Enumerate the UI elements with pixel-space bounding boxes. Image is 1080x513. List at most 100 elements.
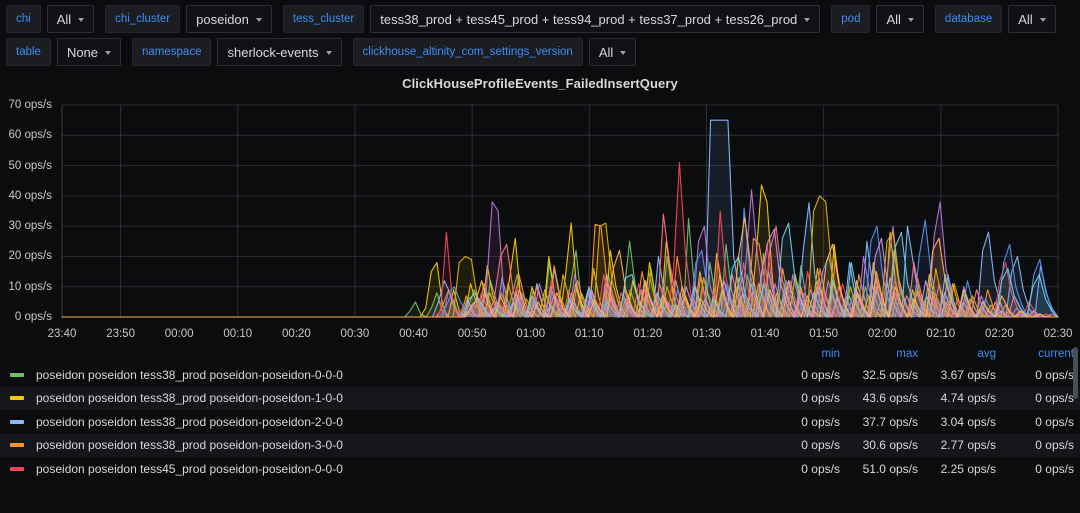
variable-value-chi_cluster: poseidon (196, 11, 249, 27)
variable-value-clickhouse_altinity_com_settings_version: All (598, 44, 614, 60)
y-axis-tick: 30 ops/s (8, 220, 52, 233)
variable-database: database All (934, 5, 1056, 33)
legend-avg-value: 4.74 ops/s (940, 391, 996, 406)
variable-picker-pod[interactable]: All (876, 5, 924, 33)
y-axis-tick: 60 ops/s (8, 129, 52, 142)
legend-avg-value: 2.25 ops/s (940, 461, 996, 476)
x-axis-tick: 00:50 (457, 328, 487, 340)
x-axis-tick: 00:30 (340, 328, 370, 340)
legend-avg-value: 3.04 ops/s (940, 414, 996, 429)
variable-value-pod: All (886, 11, 901, 27)
legend-current-value: 0 ops/s (1035, 391, 1074, 406)
chevron-down-icon (620, 50, 627, 55)
legend-series-label[interactable]: poseidon poseidon tess45_prod poseidon-p… (36, 462, 768, 476)
variable-table: table None (6, 38, 122, 66)
legend-series-label[interactable]: poseidon poseidon tess38_prod poseidon-p… (36, 368, 768, 382)
variable-label-chi_cluster[interactable]: chi_cluster (105, 5, 181, 33)
legend-current-value: 0 ops/s (1035, 414, 1074, 429)
x-axis-tick: 23:50 (106, 328, 135, 340)
x-axis-tick: 01:40 (750, 328, 780, 340)
legend-color-swatch[interactable] (10, 443, 24, 448)
legend-row[interactable]: poseidon poseidon tess45_prod poseidon-p… (0, 457, 1080, 481)
chevron-down-icon (1039, 17, 1046, 22)
variable-label-database[interactable]: database (934, 5, 1003, 33)
variable-pod: pod All (831, 5, 924, 33)
x-axis-tick: 01:00 (516, 328, 546, 340)
legend-min-value: 0 ops/s (801, 438, 840, 453)
variable-row-1: chi All chi_cluster poseidon tess_cluster tes… (6, 4, 1074, 34)
variable-picker-database[interactable]: All (1008, 5, 1056, 33)
variable-chi_cluster: chi_cluster poseidon (105, 5, 272, 33)
legend-max-value: 30.6 ops/s (862, 438, 918, 453)
variable-clickhouse_altinity_com_settings_version: clickhouse_altinity_com_settings_version… (352, 38, 637, 66)
legend-series-label[interactable]: poseidon poseidon tess38_prod poseidon-p… (36, 415, 768, 429)
x-axis-tick: 02:10 (926, 328, 956, 340)
legend-series-label[interactable]: poseidon poseidon tess38_prod poseidon-p… (36, 391, 768, 405)
legend-header-current[interactable]: current (1002, 348, 1080, 360)
legend-current-value: 0 ops/s (1035, 367, 1074, 382)
variable-value-table: None (66, 44, 99, 60)
legend-max-value: 32.5 ops/s (862, 367, 918, 382)
x-axis-tick: 00:20 (281, 328, 311, 340)
x-axis-tick: 00:40 (399, 328, 428, 340)
legend-min-value: 0 ops/s (801, 414, 840, 429)
variable-tess_cluster: tess_cluster tess38_prod + tess45_prod + … (282, 5, 821, 33)
chevron-down-icon (907, 17, 914, 22)
y-axis-tick: 70 ops/s (8, 99, 52, 111)
legend-header-row: min max avg current (0, 345, 1080, 363)
legend-color-swatch[interactable] (10, 419, 24, 424)
panel-title: ClickHouseProfileEvents_FailedInsertQuer… (402, 76, 678, 91)
variable-label-tess_cluster[interactable]: tess_cluster (282, 5, 365, 33)
chevron-down-icon (325, 50, 332, 55)
legend-scrollbar[interactable] (1073, 347, 1078, 399)
legend-row[interactable]: poseidon poseidon tess38_prod poseidon-p… (0, 386, 1080, 410)
legend-header-max[interactable]: max (846, 348, 924, 360)
legend-max-value: 37.7 ops/s (862, 414, 918, 429)
y-axis-tick: 10 ops/s (8, 280, 52, 293)
graph-panel: ClickHouseProfileEvents_FailedInsertQuer… (0, 70, 1080, 510)
legend-max-value: 43.6 ops/s (862, 391, 918, 406)
legend-table[interactable]: min max avg current poseidon poseidon tess3… (0, 345, 1080, 497)
x-axis-tick: 01:10 (574, 328, 604, 340)
variable-label-pod[interactable]: pod (831, 5, 871, 33)
x-axis-tick: 01:30 (692, 328, 721, 340)
chevron-down-icon (255, 17, 262, 22)
legend-min-value: 0 ops/s (801, 391, 840, 406)
variable-label-table[interactable]: table (6, 38, 51, 66)
variable-value-database: All (1018, 11, 1033, 27)
legend-header-min[interactable]: min (768, 348, 846, 360)
legend-color-swatch[interactable] (10, 372, 24, 377)
variable-picker-chi_cluster[interactable]: poseidon (186, 5, 272, 33)
y-axis-tick: 50 ops/s (8, 159, 52, 172)
y-axis-tick: 40 ops/s (8, 189, 52, 202)
legend-current-value: 0 ops/s (1035, 438, 1074, 453)
chevron-down-icon (78, 17, 85, 22)
x-axis-tick: 02:00 (867, 328, 897, 340)
variable-label-chi[interactable]: chi (6, 5, 41, 33)
x-axis-tick: 23:40 (47, 328, 77, 340)
legend-row[interactable]: poseidon poseidon tess38_prod poseidon-p… (0, 410, 1080, 434)
variable-value-tess_cluster: tess38_prod + tess45_prod + tess94_prod … (380, 11, 798, 27)
variable-value-chi: All (56, 11, 72, 27)
variable-picker-tess_cluster[interactable]: tess38_prod + tess45_prod + tess94_prod … (370, 5, 821, 33)
x-axis-tick: 01:50 (809, 328, 839, 340)
x-axis-tick: 01:20 (633, 328, 663, 340)
timeseries-svg[interactable] (0, 95, 1080, 345)
legend-row[interactable]: poseidon poseidon tess38_prod poseidon-p… (0, 363, 1080, 387)
x-axis-tick: 00:10 (223, 328, 253, 340)
legend-body: poseidon poseidon tess38_prod poseidon-p… (0, 363, 1080, 481)
legend-color-swatch[interactable] (10, 396, 24, 401)
legend-series-label[interactable]: poseidon poseidon tess38_prod poseidon-p… (36, 438, 768, 452)
variable-label-namespace[interactable]: namespace (132, 38, 212, 66)
variable-picker-table[interactable]: None (56, 38, 122, 66)
legend-color-swatch[interactable] (10, 466, 24, 471)
variable-label-clickhouse_altinity_com_settings_version[interactable]: clickhouse_altinity_com_settings_version (352, 38, 583, 66)
variable-picker-clickhouse_altinity_com_settings_version[interactable]: All (588, 38, 637, 66)
legend-row[interactable]: poseidon poseidon tess38_prod poseidon-p… (0, 433, 1080, 457)
x-axis-tick: 02:30 (1043, 328, 1073, 340)
legend-header-avg[interactable]: avg (924, 348, 1002, 360)
variable-picker-chi[interactable]: All (46, 5, 95, 33)
chevron-down-icon (105, 50, 112, 55)
variable-picker-namespace[interactable]: sherlock-events (217, 38, 342, 66)
plot-area[interactable]: 0 ops/s 10 ops/s 20 ops/s 30 ops/s 40 ops/s 5… (0, 95, 1080, 345)
